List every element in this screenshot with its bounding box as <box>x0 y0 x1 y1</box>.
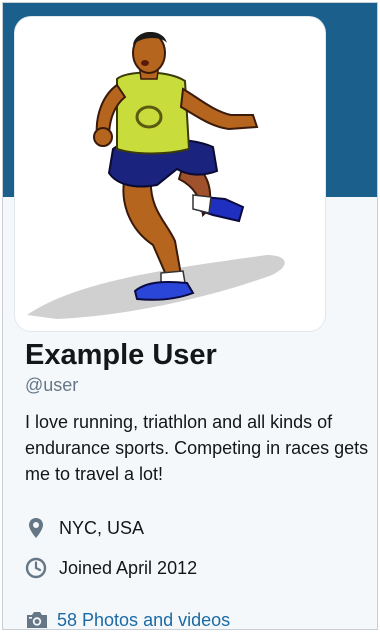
profile-bio: I love running, triathlon and all kinds … <box>25 412 369 484</box>
display-name[interactable]: Example User <box>25 337 371 373</box>
profile-card: Example User @user I love running, triat… <box>2 2 378 630</box>
user-handle[interactable]: @user <box>25 373 371 397</box>
runner-illustration <box>27 31 285 319</box>
photos-videos-label[interactable]: 58 Photos and videos <box>57 610 230 630</box>
location-text: NYC, USA <box>59 517 145 538</box>
map-pin-icon <box>25 517 47 539</box>
photos-videos-link[interactable]: 58 Photos and videos <box>25 609 230 630</box>
clock-icon <box>25 557 47 579</box>
joined-row: Joined April 2012 <box>25 555 197 581</box>
profile-info: Example User @user I love running, triat… <box>25 337 371 629</box>
camera-icon <box>25 609 49 629</box>
joined-text: Joined April 2012 <box>59 557 198 578</box>
profile-avatar[interactable] <box>15 17 325 331</box>
location-row: NYC, USA <box>25 515 144 541</box>
